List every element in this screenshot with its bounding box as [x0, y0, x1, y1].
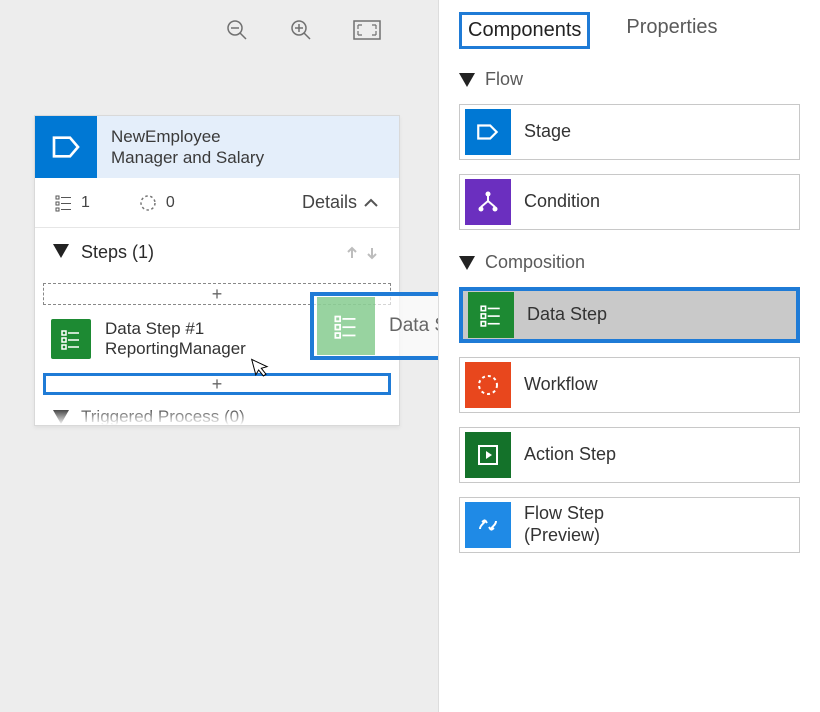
components-panel: Components Properties Flow Stage Conditi…	[438, 0, 820, 712]
triggered-process-header[interactable]: Triggered Process (0)	[35, 401, 399, 425]
fit-screen-icon[interactable]	[353, 20, 381, 40]
tab-components[interactable]: Components	[459, 12, 590, 49]
chevron-up-icon	[363, 197, 379, 209]
data-step-icon	[51, 319, 91, 359]
tab-properties[interactable]: Properties	[620, 12, 723, 49]
stage-title: NewEmployee	[111, 126, 264, 148]
component-condition[interactable]: Condition	[459, 174, 800, 230]
section-composition[interactable]: Composition	[459, 252, 800, 273]
panel-tabs: Components Properties	[459, 12, 800, 49]
triggered-process-label: Triggered Process (0)	[81, 407, 245, 425]
collapse-triangle-icon	[459, 256, 475, 270]
condition-icon	[465, 179, 511, 225]
collapse-triangle-icon	[459, 73, 475, 87]
workflows-count-value: 0	[166, 194, 175, 212]
move-up-icon[interactable]	[343, 244, 361, 262]
fields-icon	[55, 194, 73, 212]
data-step-icon	[317, 297, 375, 355]
details-toggle[interactable]: Details	[302, 192, 379, 213]
drop-slot-bottom[interactable]: +	[43, 373, 391, 395]
plus-icon: +	[212, 284, 223, 305]
zoom-in-icon[interactable]	[289, 18, 313, 42]
section-flow-label: Flow	[485, 69, 523, 90]
workflow-icon	[465, 362, 511, 408]
component-stage[interactable]: Stage	[459, 104, 800, 160]
stage-icon	[35, 116, 97, 178]
expand-triangle-icon	[53, 410, 69, 424]
component-flow-step[interactable]: Flow Step (Preview)	[459, 497, 800, 553]
workflow-dashed-icon	[138, 193, 158, 213]
stage-icon	[465, 109, 511, 155]
expand-triangle-icon	[53, 244, 69, 258]
fields-count: 1	[55, 194, 90, 212]
component-stage-label: Stage	[524, 121, 571, 143]
stage-stats-row: 1 0 Details	[35, 178, 399, 228]
stage-card[interactable]: NewEmployee Manager and Salary 1 0 Detai…	[34, 115, 400, 426]
move-down-icon[interactable]	[363, 244, 381, 262]
step-subtitle: ReportingManager	[105, 339, 246, 359]
component-flow-step-label: Flow Step (Preview)	[524, 503, 604, 546]
workflows-count: 0	[138, 193, 175, 213]
flow-step-icon	[465, 502, 511, 548]
steps-header[interactable]: Steps (1)	[35, 228, 399, 277]
component-action-step[interactable]: Action Step	[459, 427, 800, 483]
data-step-icon	[468, 292, 514, 338]
section-composition-label: Composition	[485, 252, 585, 273]
plus-icon: +	[212, 374, 223, 395]
component-workflow[interactable]: Workflow	[459, 357, 800, 413]
zoom-out-icon[interactable]	[225, 18, 249, 42]
fields-count-value: 1	[81, 194, 90, 212]
section-flow[interactable]: Flow	[459, 69, 800, 90]
component-condition-label: Condition	[524, 191, 600, 213]
component-data-step[interactable]: Data Step	[459, 287, 800, 343]
stage-header[interactable]: NewEmployee Manager and Salary	[35, 116, 399, 178]
details-label: Details	[302, 192, 357, 213]
stage-subtitle: Manager and Salary	[111, 148, 264, 168]
steps-header-label: Steps (1)	[81, 242, 154, 263]
action-step-icon	[465, 432, 511, 478]
component-workflow-label: Workflow	[524, 374, 598, 396]
component-data-step-label: Data Step	[527, 304, 607, 326]
canvas-toolbar	[225, 18, 381, 42]
component-action-step-label: Action Step	[524, 444, 616, 466]
step-name: Data Step #1	[105, 319, 246, 339]
